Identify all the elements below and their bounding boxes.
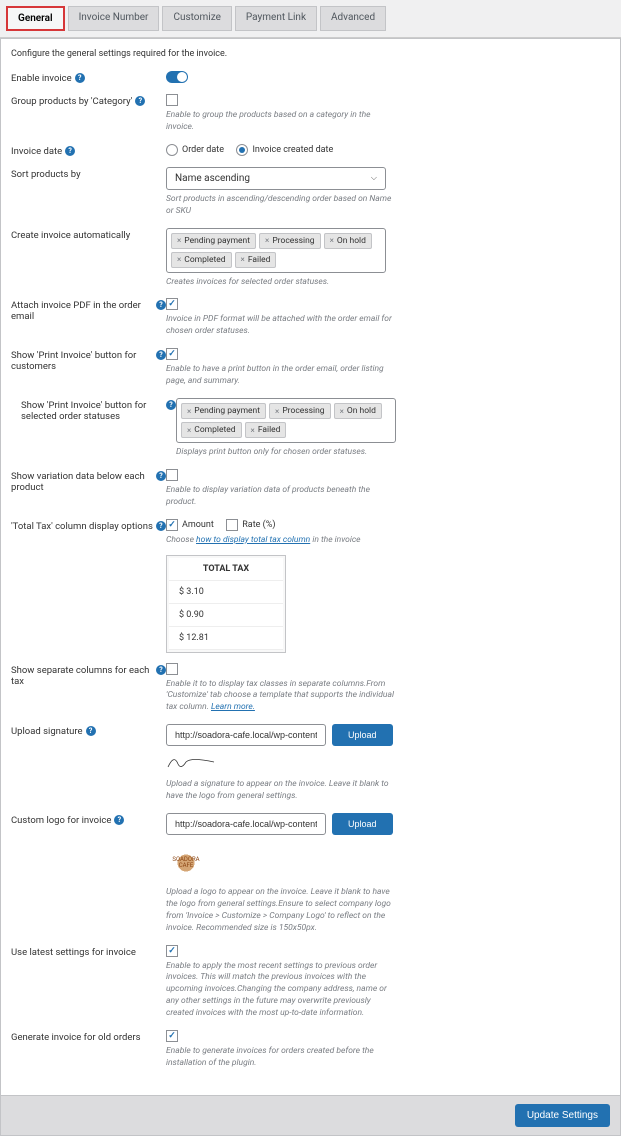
status-tag: ×Completed (171, 252, 232, 268)
panel-description: Configure the general settings required … (11, 49, 610, 59)
tab-advanced[interactable]: Advanced (320, 6, 386, 31)
status-tag: ×Completed (181, 422, 242, 438)
remove-tag-icon[interactable]: × (241, 255, 245, 264)
sepcol-checkbox[interactable] (166, 663, 178, 675)
tab-customize[interactable]: Customize (162, 6, 231, 31)
attach-pdf-label: Attach invoice PDF in the order email? (11, 298, 166, 322)
info-icon[interactable]: ? (156, 521, 166, 531)
learn-more-link[interactable]: Learn more. (211, 702, 255, 712)
info-icon[interactable]: ? (135, 96, 145, 106)
logo-preview: SOADORA CAFE (166, 843, 206, 883)
order-date-radio[interactable] (166, 144, 178, 156)
update-settings-button[interactable]: Update Settings (515, 1104, 610, 1127)
attach-pdf-checkbox[interactable] (166, 298, 178, 310)
signature-upload-button[interactable]: Upload (332, 724, 393, 746)
info-icon[interactable]: ? (156, 350, 166, 360)
create-auto-label: Create invoice automatically (11, 228, 166, 241)
tax-preview-table: TOTAL TAX $ 3.10 $ 0.90 $ 12.81 (166, 555, 286, 653)
remove-tag-icon[interactable]: × (275, 407, 279, 416)
totaltax-help: Choose how to display total tax column i… (166, 535, 396, 547)
group-products-checkbox[interactable] (166, 94, 178, 106)
auto-help: Creates invoices for selected order stat… (166, 277, 396, 289)
tab-general[interactable]: General (6, 6, 65, 31)
signature-preview (166, 752, 216, 772)
print-help: Enable to have a print button in the ord… (166, 364, 396, 388)
info-icon[interactable]: ? (156, 300, 166, 310)
status-tag: ×Processing (269, 403, 331, 419)
signature-input[interactable] (166, 724, 326, 746)
tabs-container: General Invoice Number Customize Payment… (0, 0, 621, 38)
status-tag: ×Failed (245, 422, 287, 438)
sort-products-label: Sort products by (11, 167, 166, 180)
rate-checkbox[interactable] (226, 519, 238, 531)
info-icon[interactable]: ? (114, 815, 124, 825)
created-date-radio[interactable] (236, 144, 248, 156)
variation-label: Show variation data below each product? (11, 469, 166, 493)
remove-tag-icon[interactable]: × (340, 407, 344, 416)
info-icon[interactable]: ? (86, 726, 96, 736)
tab-payment-link[interactable]: Payment Link (235, 6, 317, 31)
remove-tag-icon[interactable]: × (187, 426, 191, 435)
remove-tag-icon[interactable]: × (177, 255, 181, 264)
info-icon[interactable]: ? (65, 146, 75, 156)
info-icon[interactable]: ? (156, 471, 166, 481)
status-tag: ×On hold (334, 403, 382, 419)
group-products-label: Group products by 'Category'? (11, 94, 166, 107)
sort-help: Sort products in ascending/descending or… (166, 194, 396, 218)
info-icon[interactable]: ? (156, 665, 166, 675)
print-statuses-select[interactable]: ×Pending payment ×Processing ×On hold ×C… (176, 398, 396, 443)
logo-label: Custom logo for invoice? (11, 813, 166, 826)
status-tag: ×Pending payment (181, 403, 266, 419)
chevron-down-icon: ⌵ (371, 173, 377, 183)
remove-tag-icon[interactable]: × (177, 236, 181, 245)
sort-products-select[interactable]: Name ascending⌵ (166, 167, 386, 190)
attach-help: Invoice in PDF format will be attached w… (166, 314, 396, 338)
status-tag: ×On hold (324, 233, 372, 249)
totaltax-link[interactable]: how to display total tax column (196, 535, 310, 545)
signature-help: Upload a signature to appear on the invo… (166, 779, 396, 803)
group-products-help: Enable to group the products based on a … (166, 110, 396, 134)
remove-tag-icon[interactable]: × (187, 407, 191, 416)
print-statuses-label: Show 'Print Invoice' button for selected… (21, 398, 176, 422)
settings-panel: Configure the general settings required … (0, 38, 621, 1096)
invoice-date-label: Invoice date? (11, 144, 166, 157)
info-icon[interactable]: ? (166, 400, 176, 410)
sepcol-label: Show separate columns for each tax? (11, 663, 166, 687)
printsel-help: Displays print button only for chosen or… (176, 447, 406, 459)
status-tag: ×Processing (259, 233, 321, 249)
remove-tag-icon[interactable]: × (265, 236, 269, 245)
latest-label: Use latest settings for invoice (11, 945, 166, 958)
latest-help: Enable to apply the most recent settings… (166, 961, 396, 1020)
remove-tag-icon[interactable]: × (251, 426, 255, 435)
variation-checkbox[interactable] (166, 469, 178, 481)
variation-help: Enable to display variation data of prod… (166, 485, 396, 509)
totaltax-label: 'Total Tax' column display options? (11, 519, 166, 532)
amount-checkbox[interactable] (166, 519, 178, 531)
logo-input[interactable] (166, 813, 326, 835)
info-icon[interactable]: ? (75, 73, 85, 83)
enable-invoice-toggle[interactable] (166, 71, 188, 83)
old-orders-checkbox[interactable] (166, 1030, 178, 1042)
print-button-checkbox[interactable] (166, 348, 178, 360)
status-tag: ×Failed (235, 252, 277, 268)
latest-checkbox[interactable] (166, 945, 178, 957)
logo-help: Upload a logo to appear on the invoice. … (166, 887, 396, 935)
signature-label: Upload signature? (11, 724, 166, 737)
tab-invoice-number[interactable]: Invoice Number (68, 6, 160, 31)
old-orders-label: Generate invoice for old orders (11, 1030, 166, 1043)
status-tag: ×Pending payment (171, 233, 256, 249)
logo-upload-button[interactable]: Upload (332, 813, 393, 835)
print-button-label: Show 'Print Invoice' button for customer… (11, 348, 166, 372)
sepcol-help: Enable it to to display tax classes in s… (166, 679, 396, 715)
auto-statuses-select[interactable]: ×Pending payment ×Processing ×On hold ×C… (166, 228, 386, 273)
remove-tag-icon[interactable]: × (330, 236, 334, 245)
old-help: Enable to generate invoices for orders c… (166, 1046, 396, 1070)
enable-invoice-label: Enable invoice? (11, 71, 166, 84)
footer: Update Settings (0, 1096, 621, 1136)
